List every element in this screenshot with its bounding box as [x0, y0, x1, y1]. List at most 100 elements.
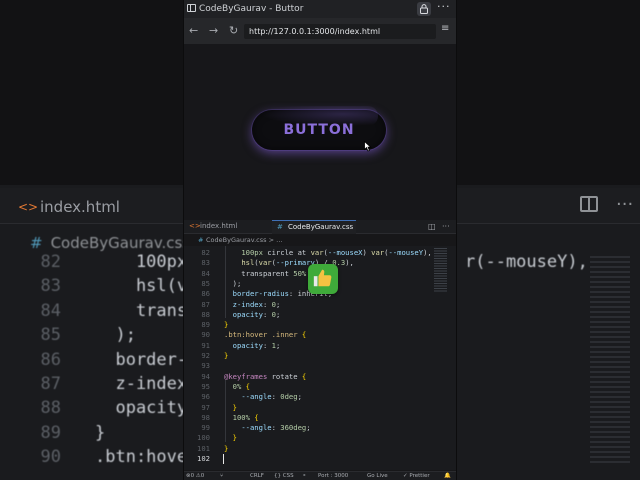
- line-number: 85: [40, 325, 61, 346]
- code-text: z-index:: [95, 374, 198, 394]
- code-text: --angle: 0deg;: [241, 392, 302, 402]
- line-number: 94: [201, 371, 210, 381]
- code-text: 100px: [95, 252, 188, 272]
- back-icon[interactable]: ←: [189, 24, 198, 37]
- tab-codebygaurav-css[interactable]: # CodeByGaurav.css: [272, 220, 356, 234]
- more-actions-icon[interactable]: ···: [442, 220, 450, 233]
- editor-tab-bar: <> index.html # CodeByGaurav.css ◫ ···: [184, 220, 456, 234]
- code-line[interactable]: 87 z-index: 0;: [184, 300, 456, 310]
- code-text: 100px circle at var(--mouseX) var(--mous…: [241, 248, 432, 257]
- code-line[interactable]: 100 }: [184, 433, 456, 443]
- menu-icon[interactable]: ≡: [441, 23, 449, 34]
- code-line[interactable]: 82 100px circle at var(--mouseX) var(--m…: [184, 248, 456, 258]
- forward-icon[interactable]: →: [209, 24, 218, 37]
- line-number: 84: [40, 300, 61, 321]
- address-bar: ← → ↻ http://127.0.0.1:3000/index.html ≡: [184, 18, 456, 44]
- feedback-icon[interactable]: ⚬: [302, 473, 307, 479]
- line-number: 92: [201, 351, 210, 360]
- line-number: 102: [197, 454, 210, 463]
- code-text: }: [224, 351, 229, 360]
- lock-button[interactable]: [417, 2, 431, 16]
- line-number: 88: [40, 398, 61, 419]
- lock-icon: [420, 4, 428, 14]
- reload-icon[interactable]: ↻: [229, 24, 238, 37]
- background-tab-label: index.html: [40, 198, 120, 216]
- breadcrumb: # CodeByGaurav.css > …: [184, 235, 456, 246]
- line-number: 82: [40, 252, 61, 272]
- breadcrumb-label[interactable]: CodeByGaurav.css > …: [206, 236, 283, 244]
- html-file-icon: <>: [18, 200, 39, 214]
- code-text: opacity:: [95, 398, 198, 419]
- notifications-bell-icon[interactable]: 🔔: [444, 473, 451, 479]
- code-text: z-index: 0;: [232, 299, 281, 309]
- code-text: );: [95, 325, 136, 346]
- code-line[interactable]: 93: [184, 361, 456, 371]
- code-text: transp: [95, 300, 198, 321]
- line-number: 96: [201, 392, 210, 402]
- code-text: hsl(va: [95, 276, 198, 297]
- code-line[interactable]: 97 }: [184, 403, 456, 413]
- line-number: 90: [40, 447, 61, 468]
- eol-indicator[interactable]: CRLF: [250, 473, 264, 479]
- code-line[interactable]: 101}: [184, 444, 456, 454]
- window-title: CodeByGaurav - Buttor: [199, 4, 304, 14]
- code-text: 0% {: [232, 381, 250, 391]
- code-text: }: [232, 402, 237, 412]
- mouse-cursor-icon: [364, 141, 372, 152]
- code-text: @keyframes rotate {: [224, 371, 307, 381]
- code-text: r(--mouseY),: [465, 252, 588, 272]
- code-line[interactable]: 92}: [184, 351, 456, 361]
- line-number: 83: [201, 258, 210, 268]
- more-icon[interactable]: ···: [437, 0, 451, 13]
- go-live-button[interactable]: Go Live: [367, 473, 388, 479]
- line-number: 85: [201, 278, 210, 288]
- line-number: 93: [201, 361, 210, 371]
- code-line[interactable]: 95 0% {: [184, 382, 456, 392]
- line-number: 86: [40, 349, 61, 370]
- code-line[interactable]: 99 --angle: 360deg;: [184, 423, 456, 433]
- code-line[interactable]: 89}: [184, 320, 456, 330]
- ports-icon[interactable]: ⑂: [220, 473, 223, 479]
- background-minimap: [590, 256, 630, 466]
- background-breadcrumb-label: CodeByGaurav.css: [50, 234, 191, 252]
- code-line[interactable]: 102: [184, 454, 456, 464]
- code-text: }: [95, 422, 106, 443]
- code-text: }: [232, 433, 237, 443]
- line-number: 88: [201, 309, 210, 319]
- line-number: 99: [201, 423, 210, 433]
- code-text: opacity: 1;: [232, 340, 281, 350]
- line-number: 97: [201, 402, 210, 412]
- video-column: CodeByGaurav - Buttor ··· ← → ↻ http://1…: [184, 0, 456, 480]
- tab-index-html[interactable]: <> index.html: [184, 220, 272, 234]
- url-input[interactable]: http://127.0.0.1:3000/index.html: [244, 24, 436, 39]
- line-number: 87: [201, 299, 210, 309]
- prettier-status[interactable]: ✓ Prettier: [403, 473, 430, 479]
- line-number: 98: [201, 412, 210, 422]
- thumbs-up-sticker: [308, 264, 338, 294]
- tab-label: CodeByGaurav.css: [288, 223, 354, 231]
- line-number: 91: [201, 340, 210, 350]
- problems-indicator[interactable]: ⊗0 ⚠0: [186, 473, 204, 479]
- code-line[interactable]: 91 opacity: 1;: [184, 341, 456, 351]
- code-line[interactable]: 98 100% {: [184, 413, 456, 423]
- line-number: 90: [201, 330, 210, 340]
- line-number: 95: [201, 381, 210, 391]
- code-line[interactable]: 94 @keyframes rotate {: [184, 372, 456, 382]
- line-number: 83: [40, 276, 61, 297]
- code-line[interactable]: 88 opacity: 0;: [184, 310, 456, 320]
- status-bar: ⊗0 ⚠0 ⑂ CRLF {} CSS ⚬ Port : 3000 Go Liv…: [184, 471, 456, 480]
- code-line[interactable]: 90 .btn:hover .inner {: [184, 330, 456, 340]
- code-line[interactable]: 96 --angle: 0deg;: [184, 392, 456, 402]
- window-icon: [187, 4, 196, 12]
- background-breadcrumb: # CodeByGaurav.css: [30, 234, 191, 252]
- more-actions-icon: ···: [616, 194, 634, 215]
- language-mode[interactable]: {} CSS: [274, 473, 294, 479]
- port-indicator[interactable]: Port : 3000: [318, 473, 348, 479]
- line-number: 101: [197, 443, 210, 453]
- code-text: .btn:hover: [95, 447, 198, 468]
- code-text: }: [224, 320, 229, 330]
- code-text: transparent 50%: [224, 268, 307, 278]
- split-editor-icon[interactable]: ◫: [428, 220, 436, 233]
- code-text: );: [224, 278, 242, 288]
- line-number: 82: [201, 248, 210, 257]
